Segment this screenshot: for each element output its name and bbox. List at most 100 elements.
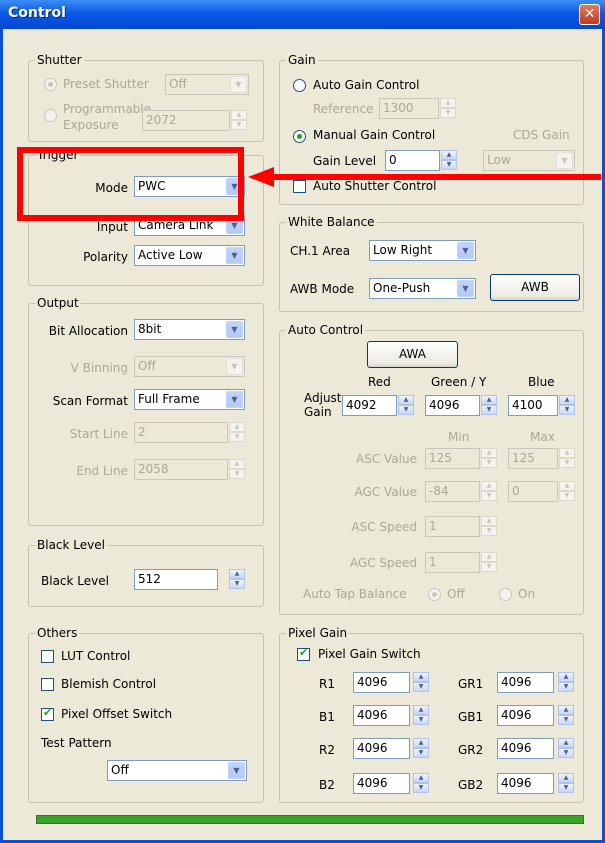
- lut-control-checkbox[interactable]: [41, 650, 54, 663]
- asc-max-value: 125: [512, 451, 535, 465]
- asc-value-label: ASC Value: [356, 452, 417, 466]
- gb1-field[interactable]: 4096: [497, 705, 554, 726]
- gb1-spinner[interactable]: ▲ ▼: [558, 705, 574, 726]
- agc-min-spinner[interactable]: ▲ ▼: [481, 481, 497, 502]
- cds-gain-value: Low: [487, 153, 511, 167]
- programmable-exposure-radio[interactable]: [44, 109, 57, 122]
- bit-allocation-value: 8bit: [138, 322, 162, 336]
- preset-shutter-radio[interactable]: [44, 78, 57, 91]
- programmable-label-line2: Exposure: [63, 118, 119, 132]
- gb2-spinner[interactable]: ▲ ▼: [558, 773, 574, 794]
- agc-max-field[interactable]: 0: [508, 481, 558, 502]
- asc-min-field[interactable]: 125: [425, 448, 480, 469]
- asc-max-spinner[interactable]: ▲ ▼: [559, 448, 575, 469]
- adjust-blue-field[interactable]: 4100: [508, 395, 558, 416]
- adjust-green-field[interactable]: 4096: [425, 395, 480, 416]
- gr2-label: GR2: [458, 743, 484, 757]
- v-binning-label: V Binning: [70, 361, 128, 375]
- gr1-label: GR1: [458, 677, 484, 691]
- bit-allocation-label: Bit Allocation: [48, 324, 128, 338]
- ch1-area-select[interactable]: Low Right ▼: [369, 240, 476, 261]
- agc-max-value: 0: [512, 484, 520, 498]
- end-line-spinner[interactable]: ▲ ▼: [229, 459, 245, 480]
- chevron-down-icon: ▼: [226, 391, 243, 408]
- black-level-field[interactable]: 512: [134, 569, 218, 590]
- end-line-value: 2058: [138, 462, 169, 476]
- end-line-field[interactable]: 2058: [134, 459, 228, 480]
- b2-spinner[interactable]: ▲ ▼: [413, 773, 429, 794]
- b1-field[interactable]: 4096: [353, 705, 410, 726]
- asc-max-field[interactable]: 125: [508, 448, 558, 469]
- r2-value: 4096: [357, 741, 388, 755]
- manual-gain-radio[interactable]: [293, 130, 306, 143]
- start-line-label: Start Line: [69, 427, 128, 441]
- r1-field[interactable]: 4096: [353, 672, 410, 693]
- programmable-exposure-spinner[interactable]: ▲ ▼: [231, 110, 247, 131]
- col-blue-label: Blue: [528, 375, 555, 389]
- black-level-spinner[interactable]: ▲ ▼: [229, 569, 245, 590]
- b2-field[interactable]: 4096: [353, 773, 410, 794]
- trigger-polarity-select[interactable]: Active Low ▼: [134, 245, 245, 266]
- awa-button[interactable]: AWA: [367, 341, 458, 368]
- asc-min-spinner[interactable]: ▲ ▼: [481, 448, 497, 469]
- programmable-exposure-field[interactable]: 2072: [142, 110, 230, 131]
- b2-label: B2: [319, 778, 335, 792]
- auto-tap-off-radio[interactable]: [428, 588, 441, 601]
- pixel-offset-switch-checkbox[interactable]: [41, 706, 54, 721]
- gain-level-value: 0: [389, 153, 397, 167]
- test-pattern-value: Off: [111, 763, 129, 777]
- bit-allocation-select[interactable]: 8bit ▼: [134, 319, 245, 340]
- gr1-field[interactable]: 4096: [497, 672, 554, 693]
- auto-tap-off-label: Off: [447, 587, 465, 601]
- asc-speed-field[interactable]: 1: [425, 516, 480, 537]
- black-level-label: Black Level: [41, 574, 109, 588]
- awb-mode-value: One-Push: [373, 281, 431, 295]
- b1-value: 4096: [357, 708, 388, 722]
- r2-spinner[interactable]: ▲ ▼: [413, 738, 429, 759]
- awb-mode-select[interactable]: One-Push ▼: [369, 278, 476, 299]
- gb2-field[interactable]: 4096: [497, 773, 554, 794]
- title-bar[interactable]: Control ✕: [0, 0, 605, 29]
- auto-tap-on-label: On: [518, 587, 536, 601]
- auto-tap-on-radio[interactable]: [499, 588, 512, 601]
- white-balance-legend: White Balance: [286, 215, 377, 229]
- start-line-spinner[interactable]: ▲ ▼: [229, 422, 245, 443]
- r2-field[interactable]: 4096: [353, 738, 410, 759]
- asc-speed-spinner[interactable]: ▲ ▼: [481, 516, 497, 537]
- adjust-green-value: 4096: [429, 398, 460, 412]
- gr1-spinner[interactable]: ▲ ▼: [558, 672, 574, 693]
- gr2-field[interactable]: 4096: [497, 738, 554, 759]
- gb1-value: 4096: [501, 708, 532, 722]
- reference-spinner[interactable]: ▲ ▼: [440, 98, 456, 119]
- awb-button[interactable]: AWB: [490, 274, 580, 301]
- col-green-label: Green / Y: [431, 375, 487, 389]
- preset-shutter-value: Off: [169, 77, 187, 91]
- agc-min-field[interactable]: -84: [425, 481, 480, 502]
- adjust-blue-spinner[interactable]: ▲ ▼: [559, 395, 575, 416]
- progress-bar: [36, 815, 584, 824]
- v-binning-select[interactable]: Off ▼: [134, 356, 245, 377]
- r2-label: R2: [319, 743, 335, 757]
- pixel-gain-switch-checkbox[interactable]: [297, 646, 310, 661]
- r1-spinner[interactable]: ▲ ▼: [413, 672, 429, 693]
- scan-format-select[interactable]: Full Frame ▼: [134, 389, 245, 410]
- agc-speed-field[interactable]: 1: [425, 552, 480, 573]
- preset-shutter-select[interactable]: Off ▼: [165, 74, 249, 95]
- close-button[interactable]: ✕: [579, 4, 600, 25]
- b1-spinner[interactable]: ▲ ▼: [413, 705, 429, 726]
- adjust-red-field[interactable]: 4092: [342, 395, 397, 416]
- gr2-spinner[interactable]: ▲ ▼: [558, 738, 574, 759]
- adjust-red-spinner[interactable]: ▲ ▼: [398, 395, 414, 416]
- asc-min-value: 125: [429, 451, 452, 465]
- reference-label: Reference: [313, 102, 374, 116]
- test-pattern-select[interactable]: Off ▼: [107, 760, 247, 781]
- reference-field[interactable]: 1300: [379, 98, 439, 119]
- test-pattern-label: Test Pattern: [41, 736, 112, 750]
- agc-max-spinner[interactable]: ▲ ▼: [559, 481, 575, 502]
- agc-speed-spinner[interactable]: ▲ ▼: [481, 552, 497, 573]
- auto-gain-radio[interactable]: [293, 79, 306, 92]
- blemish-control-checkbox[interactable]: [41, 678, 54, 691]
- start-line-field[interactable]: 2: [134, 422, 228, 443]
- adjust-green-spinner[interactable]: ▲ ▼: [481, 395, 497, 416]
- gr1-value: 4096: [501, 675, 532, 689]
